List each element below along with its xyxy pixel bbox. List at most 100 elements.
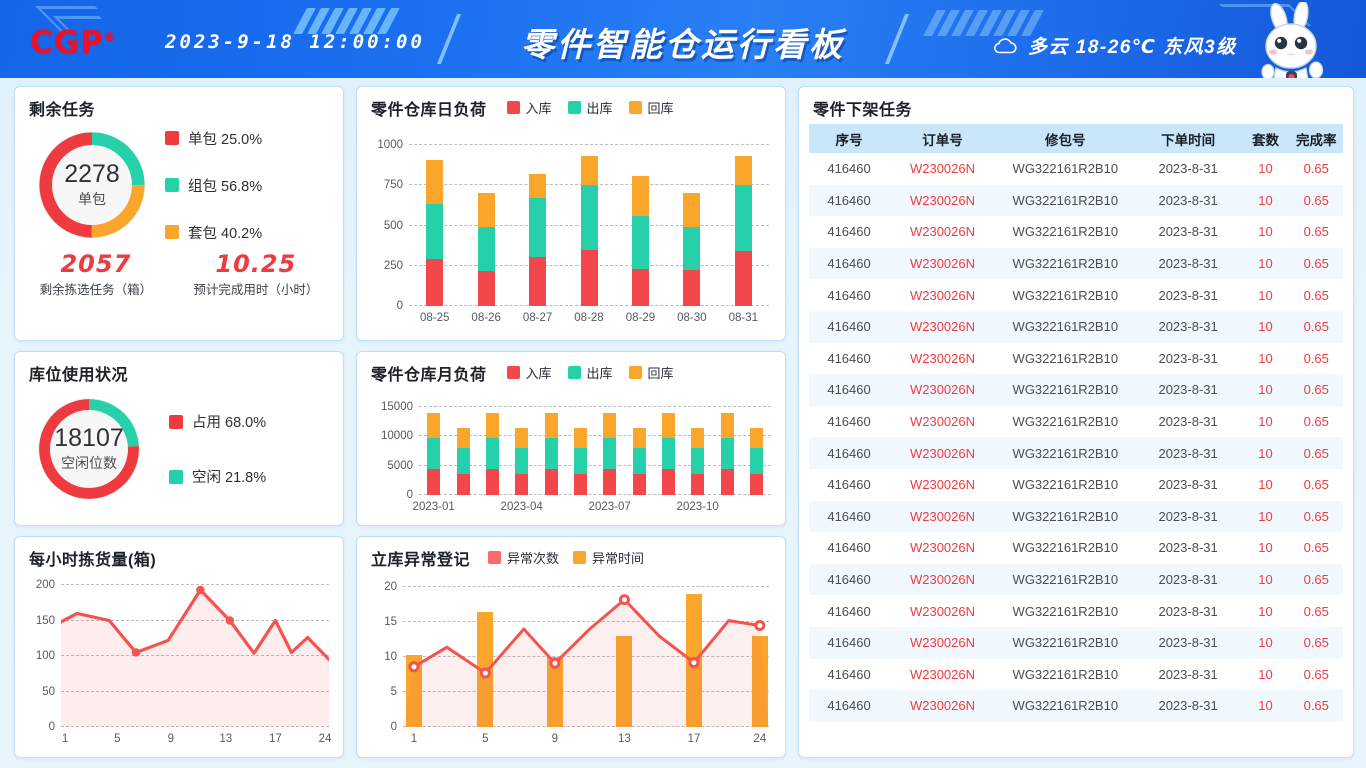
bar-column[interactable] xyxy=(631,145,649,306)
remaining-tasks-donut[interactable]: 2278 单包 xyxy=(33,126,151,244)
cell-order-no: W230026N xyxy=(909,445,976,461)
bar-column[interactable] xyxy=(661,407,675,495)
bar-column[interactable] xyxy=(529,145,547,306)
cell-seq: 416460 xyxy=(827,572,871,588)
col-header-sets: 套数 xyxy=(1252,132,1280,148)
legend-item-in-daily[interactable]: 入库 xyxy=(506,98,552,117)
legend-swatch-danbao xyxy=(165,131,179,145)
bar-column[interactable] xyxy=(691,407,705,495)
bar-segment xyxy=(515,427,529,449)
bar-segment xyxy=(734,185,752,252)
table-row[interactable]: 416460 W230026N WG322161R2B10 2023-8-31 10 0.… xyxy=(809,563,1343,596)
cell-order-time: 2023-8-31 xyxy=(1158,572,1218,588)
cell-pack-no: WG322161R2B10 xyxy=(1012,287,1119,303)
bar-column[interactable] xyxy=(580,145,598,306)
cell-order-no: W230026N xyxy=(909,224,976,240)
y-axis-tick: 150 xyxy=(35,614,55,627)
legend-item-free[interactable]: 空闲 21.8% xyxy=(169,466,266,487)
cell-order-time: 2023-8-31 xyxy=(1158,508,1218,524)
legend-item-back-daily[interactable]: 回库 xyxy=(628,98,674,117)
legend-item-danbao[interactable]: 单包 25.0% xyxy=(165,128,262,149)
table-row[interactable]: 416460 W230026N WG322161R2B10 2023-8-31 10 0.… xyxy=(809,153,1343,185)
bar-column[interactable] xyxy=(734,145,752,306)
bar-column[interactable] xyxy=(426,145,444,306)
bar-column[interactable] xyxy=(683,145,701,306)
y-axis-tick: 10000 xyxy=(381,430,413,443)
cell-seq: 416460 xyxy=(827,477,871,493)
bar-segment xyxy=(485,437,499,469)
bar-column[interactable] xyxy=(477,145,495,306)
cell-order-no: W230026N xyxy=(909,508,976,524)
monthly-load-legend: 入库 出库 回库 xyxy=(506,363,674,382)
anomaly-plot[interactable]: 0 5 10 15 20 1 5 9 13 17 24 xyxy=(384,581,769,745)
cell-completion-rate: 0.65 xyxy=(1303,698,1329,714)
legend-swatch-occupied xyxy=(169,414,183,429)
location-usage-donut[interactable]: 18107 空闲位数 xyxy=(33,393,145,505)
legend-item-zubao[interactable]: 组包 56.8% xyxy=(165,175,262,196)
y-axis-tick: 10 xyxy=(384,651,397,663)
legend-item-out-monthly[interactable]: 出库 xyxy=(567,363,613,382)
hourly-picking-plot[interactable]: 0 50 100 150 200 1 5 9 13 17 24 xyxy=(36,579,332,745)
bar-segment xyxy=(485,468,499,495)
daily-load-plot[interactable]: 0 250 500 750 1000 08-25 08-26 08-27 08-28 08-29 0… xyxy=(377,139,769,324)
bar-column[interactable] xyxy=(456,407,470,495)
bar-column[interactable] xyxy=(749,407,763,495)
table-row[interactable]: 416460 W230026N WG322161R2B10 2023-8-31 10 0.… xyxy=(809,343,1343,375)
cell-pack-no: WG322161R2B10 xyxy=(1012,603,1119,619)
cell-order-no: W230026N xyxy=(909,635,976,651)
legend-item-anomaly-time[interactable]: 异常时间 xyxy=(573,548,644,567)
table-row[interactable]: 416460 W230026N WG322161R2B10 2023-8-31 10 0.… xyxy=(809,247,1343,280)
table-row[interactable]: 416460 W230026N WG322161R2B10 2023-8-31 10 0.… xyxy=(809,626,1343,659)
bar-segment xyxy=(632,473,646,495)
col-header-rate: 完成率 xyxy=(1296,132,1337,148)
legend-item-anomaly-count[interactable]: 异常次数 xyxy=(488,548,559,567)
legend-item-out-daily[interactable]: 出库 xyxy=(567,98,613,117)
y-axis-tick: 50 xyxy=(42,685,55,698)
y-axis-tick: 0 xyxy=(390,721,397,733)
monthly-load-plot[interactable]: 0 5000 10000 15000 2023-01 2023-04 2023-07 2023… xyxy=(381,401,771,513)
table-row[interactable]: 416460 W230026N WG322161R2B10 2023-8-31 10 0.… xyxy=(809,469,1343,501)
location-usage-donut-wrap: 18107 空闲位数 占用 68.0% 空闲 21.8% xyxy=(15,391,343,505)
cell-pack-no: WG322161R2B10 xyxy=(1012,161,1119,177)
cell-pack-no: WG322161R2B10 xyxy=(1012,382,1119,398)
legend-item-occupied[interactable]: 占用 68.0% xyxy=(169,411,266,432)
table-row[interactable]: 416460 W230026N WG322161R2B10 2023-8-31 10 0.… xyxy=(809,216,1343,248)
card-monthly-load: 零件仓库月负荷 入库 出库 回库 0 5000 10000 15000 2023… xyxy=(356,351,786,526)
bar-segment xyxy=(544,468,558,495)
bar-column[interactable] xyxy=(544,407,558,495)
bar-segment xyxy=(720,412,734,438)
table-row[interactable]: 416460 W230026N WG322161R2B10 2023-8-31 10 0.… xyxy=(809,406,1343,438)
legend-item-back-monthly[interactable]: 回库 xyxy=(628,363,674,382)
card-unload-table: 零件下架任务 序号 订单号 修包号 下单时间 套数 完成率 416460 W230… xyxy=(798,86,1354,758)
y-axis-tick: 5 xyxy=(390,686,397,698)
legend-item-taobao[interactable]: 套包 40.2% xyxy=(165,222,262,243)
bar-column[interactable] xyxy=(573,407,587,495)
cell-pack-no: WG322161R2B10 xyxy=(1012,477,1119,493)
table-row[interactable]: 416460 W230026N WG322161R2B10 2023-8-31 10 0.… xyxy=(809,310,1343,343)
table-row[interactable]: 416460 W230026N WG322161R2B10 2023-8-31 10 0.… xyxy=(809,532,1343,564)
bar-column[interactable] xyxy=(485,407,499,495)
legend-label-back-monthly: 回库 xyxy=(647,366,674,381)
table-row[interactable]: 416460 W230026N WG322161R2B10 2023-8-31 10 0.… xyxy=(809,184,1343,217)
weather-info: 多云 18-26℃ 东风3级 xyxy=(992,32,1237,59)
table-row[interactable]: 416460 W230026N WG322161R2B10 2023-8-31 10 0.… xyxy=(809,279,1343,311)
table-row[interactable]: 416460 W230026N WG322161R2B10 2023-8-31 10 0.… xyxy=(809,500,1343,533)
bar-column[interactable] xyxy=(720,407,734,495)
legend-item-in-monthly[interactable]: 入库 xyxy=(506,363,552,382)
table-row[interactable]: 416460 W230026N WG322161R2B10 2023-8-31 10 0.… xyxy=(809,595,1343,627)
bar-column[interactable] xyxy=(603,407,617,495)
cell-order-no: W230026N xyxy=(909,477,976,493)
bar-segment xyxy=(691,448,705,474)
bar-segment xyxy=(573,427,587,449)
remaining-tasks-center-label: 单包 xyxy=(78,191,106,208)
table-row[interactable]: 416460 W230026N WG322161R2B10 2023-8-31 10 0.… xyxy=(809,659,1343,691)
card-location-usage: 库位使用状况 18107 空闲位数 占用 68.0% 空闲 21.8% xyxy=(14,351,344,526)
bar-column[interactable] xyxy=(632,407,646,495)
monthly-load-header: 零件仓库月负荷 入库 出库 回库 xyxy=(357,352,785,389)
bar-column[interactable] xyxy=(427,407,441,495)
table-row[interactable]: 416460 W230026N WG322161R2B10 2023-8-31 10 0.… xyxy=(809,437,1343,469)
table-body[interactable]: 416460 W230026N WG322161R2B10 2023-8-31 10 0.… xyxy=(809,153,1343,722)
bar-column[interactable] xyxy=(515,407,529,495)
table-row[interactable]: 416460 W230026N WG322161R2B10 2023-8-31 10 0.… xyxy=(809,690,1343,722)
table-row[interactable]: 416460 W230026N WG322161R2B10 2023-8-31 10 0.… xyxy=(809,374,1343,406)
